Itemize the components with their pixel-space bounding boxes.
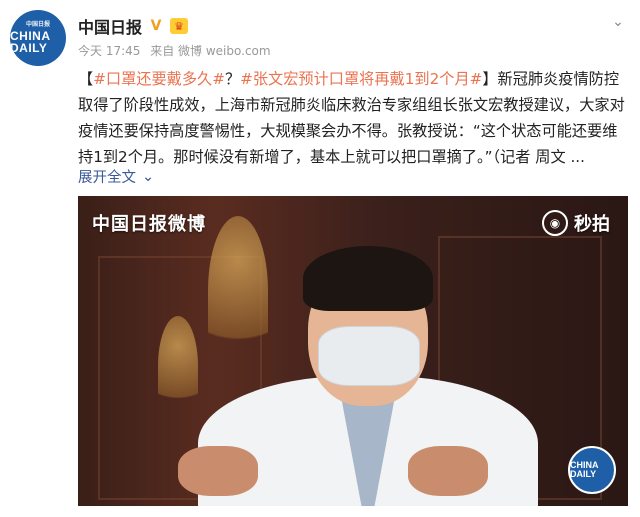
camera-icon: ◉ — [542, 210, 568, 236]
member-crown-icon[interactable]: ♛ — [170, 18, 189, 34]
expand-full-text-link[interactable]: 展开全文 ⌄ — [78, 166, 154, 187]
hashtag-link-2[interactable]: #张文宏预计口罩将再戴1到2个月# — [240, 70, 482, 88]
post-time[interactable]: 今天 17:45 — [78, 44, 140, 58]
expand-label: 展开全文 — [78, 170, 136, 186]
background-lamp — [208, 216, 268, 366]
verified-v-icon: V — [150, 18, 162, 34]
post-menu-button[interactable]: ⌄ — [608, 12, 628, 32]
hashtag-link-1[interactable]: #口罩还要戴多久# — [93, 70, 225, 88]
post-source[interactable]: 来自 微博 weibo.com — [150, 44, 270, 58]
account-header: 中国日报 V ♛ — [78, 14, 189, 38]
account-name[interactable]: 中国日报 — [78, 14, 142, 38]
china-daily-corner-logo: CHINA DAILY — [568, 446, 616, 494]
account-avatar[interactable]: 中国日报 CHINA DAILY — [10, 10, 66, 66]
question-mark: ？ — [224, 70, 241, 88]
face-mask — [318, 326, 420, 386]
post-text: 【#口罩还要戴多久#？#张文宏预计口罩将再戴1到2个月#】新冠肺炎疫情防控取得了… — [78, 66, 628, 170]
person-hand-left — [178, 446, 258, 496]
person-hand-right — [408, 446, 488, 496]
video-watermark-right: ◉ 秒拍 — [542, 210, 610, 236]
chevron-down-icon: ⌄ — [612, 14, 624, 30]
chevron-down-icon: ⌄ — [142, 168, 155, 185]
avatar-top-text: 中国日报 — [25, 22, 50, 28]
video-player[interactable]: 中国日报微博 ◉ 秒拍 CHINA DAILY — [78, 196, 628, 506]
post-meta: 今天 17:45 来自 微博 weibo.com — [78, 42, 277, 59]
avatar-main-text: CHINA DAILY — [10, 29, 51, 55]
bracket-close: 】 — [482, 70, 498, 88]
miaopai-label: 秒拍 — [574, 214, 610, 235]
video-watermark-left: 中国日报微博 — [92, 214, 206, 235]
bracket-open: 【 — [78, 70, 94, 88]
background-lamp — [158, 316, 198, 416]
person-hair — [303, 246, 433, 311]
